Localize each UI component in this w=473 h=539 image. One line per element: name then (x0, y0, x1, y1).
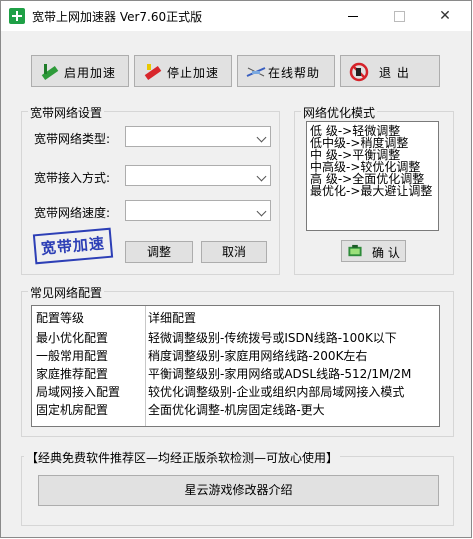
adjust-label: 调整 (146, 245, 171, 259)
exit-label: 退 出 (379, 66, 410, 80)
optimize-mode-list[interactable]: 低 级->轻微调整 低中级->稍度调整 中 级->平衡调整 中高级->较优化调整… (306, 121, 439, 231)
row-level: 固定机房配置 (36, 403, 109, 417)
list-item[interactable]: 最优化->最大避让调整 (310, 185, 438, 197)
app-window: 宽带上网加速器 Ver7.60正式版 ✕ 启用加速 停止加速 在线帮助 退 出 … (0, 0, 472, 538)
confirm-icon (348, 244, 362, 257)
table-row[interactable]: 一般常用配置 稍度调整级别-家庭用网络线路-200K左右 (36, 348, 436, 364)
adjust-button[interactable]: 调整 (125, 241, 193, 263)
table-row[interactable]: 最小优化配置 轻微调整级别-传统拨号或ISDN线路-100K以下 (36, 330, 436, 346)
exit-icon (349, 62, 369, 82)
row-detail: 全面优化调整-机房固定线路-更大 (148, 403, 325, 417)
row-level: 一般常用配置 (36, 349, 109, 363)
start-accelerate-button[interactable]: 启用加速 (31, 55, 129, 87)
cancel-button[interactable]: 取消 (201, 241, 267, 263)
row-detail: 较优化调整级别-企业或组织内部局域网接入模式 (148, 385, 405, 399)
online-help-label: 在线帮助 (268, 66, 321, 80)
cancel-label: 取消 (221, 245, 246, 259)
header-detail: 详细配置 (148, 311, 197, 325)
help-icon (246, 67, 266, 77)
network-settings-title: 宽带网络设置 (28, 104, 105, 121)
network-type-label: 宽带网络类型: (34, 132, 111, 146)
recommend-software-label: 星云游戏修改器介绍 (184, 483, 293, 497)
row-detail: 轻微调整级别-传统拨号或ISDN线路-100K以下 (148, 331, 397, 345)
stop-accelerate-label: 停止加速 (167, 66, 220, 80)
row-level: 家庭推荐配置 (36, 367, 109, 381)
table-header: 配置等级 详细配置 (36, 310, 436, 326)
table-row[interactable]: 固定机房配置 全面优化调整-机房固定线路-更大 (36, 402, 436, 418)
chevron-down-icon (256, 132, 267, 143)
row-detail: 平衡调整级别-家用网络或ADSL线路-512/1M/2M (148, 367, 412, 381)
title-bar: 宽带上网加速器 Ver7.60正式版 ✕ (1, 1, 471, 31)
network-type-select[interactable] (125, 126, 271, 147)
common-config-title: 常见网络配置 (28, 284, 105, 301)
row-detail: 稍度调整级别-家庭用网络线路-200K左右 (148, 349, 368, 363)
common-config-table: 配置等级 详细配置 最小优化配置 轻微调整级别-传统拨号或ISDN线路-100K… (31, 305, 440, 427)
stop-icon (144, 64, 162, 81)
chevron-down-icon (256, 206, 267, 217)
chevron-down-icon (256, 171, 267, 182)
network-speed-label: 宽带网络速度: (34, 206, 111, 220)
network-speed-select[interactable] (125, 200, 271, 221)
online-help-button[interactable]: 在线帮助 (237, 55, 335, 87)
recommend-title: 【经典免费软件推荐区—均经正版杀软检测—可放心使用】 (24, 449, 341, 466)
close-button[interactable]: ✕ (422, 1, 468, 31)
stop-accelerate-button[interactable]: 停止加速 (134, 55, 232, 87)
table-row[interactable]: 家庭推荐配置 平衡调整级别-家用网络或ADSL线路-512/1M/2M (36, 366, 436, 382)
access-mode-select[interactable] (125, 165, 271, 186)
start-icon (41, 64, 59, 81)
confirm-button[interactable]: 确 认 (341, 240, 406, 262)
optimize-mode-title: 网络优化模式 (301, 104, 378, 121)
recommend-software-button[interactable]: 星云游戏修改器介绍 (38, 475, 439, 506)
header-level: 配置等级 (36, 311, 85, 325)
maximize-button[interactable] (376, 1, 422, 31)
access-mode-label: 宽带接入方式: (34, 171, 111, 185)
app-icon (9, 8, 25, 24)
minimize-button[interactable] (330, 1, 376, 31)
table-row[interactable]: 局域网接入配置 较优化调整级别-企业或组织内部局域网接入模式 (36, 384, 436, 400)
start-accelerate-label: 启用加速 (64, 66, 117, 80)
confirm-label: 确 认 (372, 246, 400, 260)
window-title: 宽带上网加速器 Ver7.60正式版 (32, 10, 203, 24)
exit-button[interactable]: 退 出 (340, 55, 440, 87)
row-level: 最小优化配置 (36, 331, 109, 345)
row-level: 局域网接入配置 (36, 385, 121, 399)
